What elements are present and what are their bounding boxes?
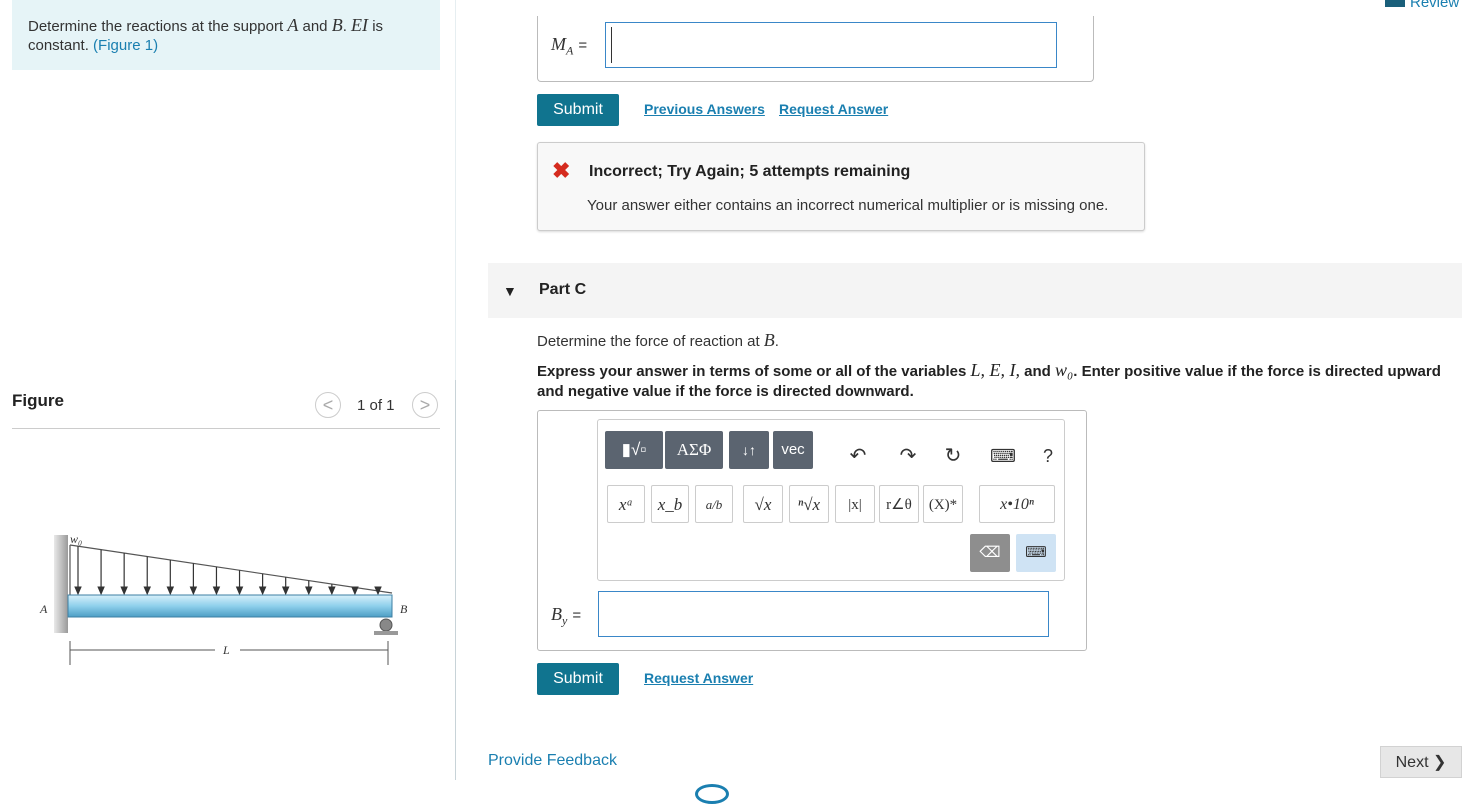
load-arrow-head <box>281 586 290 596</box>
figure-link[interactable]: (Figure 1) <box>93 37 158 54</box>
load-arrow-head <box>74 586 82 596</box>
label-B: B <box>400 602 408 616</box>
ma-label-sub: A <box>566 43 574 58</box>
figure-next-button[interactable]: > <box>412 392 438 418</box>
load-arrow-head <box>235 586 244 596</box>
ma-equals: = <box>578 37 588 54</box>
by-label-sub: y <box>562 613 568 628</box>
label-A: A <box>39 602 48 616</box>
review-icon[interactable] <box>1385 0 1405 7</box>
load-arrow-head <box>143 586 151 596</box>
load-arrow-head <box>212 586 221 596</box>
figure-rule <box>12 428 440 429</box>
part-c-instructions: Express your answer in terms of some or … <box>537 360 1447 402</box>
previous-answers-link[interactable]: Previous Answers <box>644 101 765 117</box>
roller-support <box>379 618 393 632</box>
ma-label: MA = <box>551 34 587 59</box>
figure-prev-button[interactable]: < <box>315 392 341 418</box>
question-prefix: Determine the force of reaction at <box>537 333 764 350</box>
part-c-title[interactable]: Part C <box>539 281 586 299</box>
load-arrow-head <box>120 586 128 596</box>
part-c-header[interactable] <box>488 263 1462 318</box>
undo-icon[interactable]: ↶ <box>846 437 870 475</box>
math-toolbar: ▮√▫ ΑΣΦ ↓↑ vec ↶ ↷ ↻ ⌨ ? xᵃ x_b a/b √x ⁿ… <box>597 419 1065 581</box>
feedback-box <box>537 142 1145 231</box>
request-answer-link-part-c[interactable]: Request Answer <box>644 670 753 686</box>
problem-statement: Determine the reactions at the support A… <box>28 16 428 55</box>
keyboard-shortcuts-icon[interactable]: ⌨ <box>988 437 1018 475</box>
submit-button-part-c[interactable]: Submit <box>537 663 619 695</box>
review-link[interactable]: Review <box>1410 0 1459 11</box>
redo-icon[interactable]: ↷ <box>896 437 920 475</box>
feedback-title: Incorrect; Try Again; 5 attempts remaini… <box>589 163 911 180</box>
subscript-button[interactable]: x_b <box>651 485 689 523</box>
collapse-caret-icon[interactable]: ▼ <box>503 283 517 299</box>
abs-button[interactable]: |x| <box>835 485 875 523</box>
var-B: B <box>331 15 343 35</box>
help-icon[interactable]: ? <box>1038 437 1058 475</box>
instruction-w0: w₀ <box>1055 360 1074 380</box>
column-divider-top <box>455 0 456 380</box>
load-arrow-head <box>305 586 313 596</box>
ma-answer-input[interactable] <box>605 22 1057 68</box>
by-equals: = <box>572 607 582 624</box>
feedback-message: Your answer either contains an incorrect… <box>587 197 1109 214</box>
vec-button[interactable]: vec <box>773 431 813 469</box>
greek-button[interactable]: ΑΣΦ <box>665 431 723 469</box>
beam-figure: w₀ A B L <box>39 532 408 665</box>
backspace-button[interactable]: ⌫ <box>970 534 1010 572</box>
polar-button[interactable]: r∠θ <box>879 485 919 523</box>
beam <box>67 594 393 618</box>
provide-feedback-link[interactable]: Provide Feedback <box>488 752 617 770</box>
nth-root-button[interactable]: ⁿ√x <box>789 485 829 523</box>
load-arrow-head <box>97 586 105 596</box>
fraction-button[interactable]: a/b <box>695 485 733 523</box>
label-w0: w₀ <box>70 532 82 546</box>
ma-label-var: M <box>551 34 566 54</box>
figure-title: Figure <box>12 391 64 410</box>
distributed-load-arrows <box>74 546 382 596</box>
var-A: A <box>287 15 299 35</box>
instruction-vars: L, E, I, <box>970 360 1021 380</box>
question-suffix: . <box>774 333 779 350</box>
load-arrow-head <box>328 586 336 596</box>
scientific-notation-button[interactable]: x•10ⁿ <box>979 485 1055 523</box>
arrows-button[interactable]: ↓↑ <box>729 431 769 469</box>
problem-and: and <box>298 18 332 35</box>
submit-button-part-b[interactable]: Submit <box>537 94 619 126</box>
templates-button[interactable]: ▮√▫ <box>605 431 663 469</box>
question-var: B <box>763 330 775 350</box>
reset-icon[interactable]: ↻ <box>941 437 965 475</box>
keypad-toggle-button[interactable]: ⌨ <box>1016 534 1056 572</box>
figure-counter: 1 of 1 <box>357 397 395 414</box>
part-c-question: Determine the force of reaction at B. <box>537 330 779 351</box>
var-EI: EI <box>351 15 369 35</box>
problem-dot: . <box>342 18 352 35</box>
text-caret <box>611 27 612 63</box>
by-label-var: B <box>551 604 562 624</box>
problem-text-prefix: Determine the reactions at the support <box>28 18 288 35</box>
load-arrow-head <box>258 586 267 596</box>
sqrt-button[interactable]: √x <box>743 485 783 523</box>
instruction-2: and <box>1020 363 1056 380</box>
request-answer-link-part-b[interactable]: Request Answer <box>779 101 888 117</box>
load-arrow-head <box>166 586 175 596</box>
by-answer-input[interactable] <box>598 591 1049 637</box>
label-L: L <box>222 643 230 657</box>
by-label: By = <box>551 604 581 629</box>
scroll-indicator-icon <box>695 784 729 804</box>
instruction-1: Express your answer in terms of some or … <box>537 363 971 380</box>
load-arrow-head <box>189 586 198 596</box>
next-button[interactable]: Next ❯ <box>1380 746 1462 778</box>
conjugate-button[interactable]: (X)* <box>923 485 963 523</box>
fixed-wall <box>54 535 68 633</box>
incorrect-x-icon: ✖ <box>552 158 571 183</box>
load-arrow-head <box>351 586 359 596</box>
superscript-button[interactable]: xᵃ <box>607 485 645 523</box>
column-divider <box>455 380 456 780</box>
